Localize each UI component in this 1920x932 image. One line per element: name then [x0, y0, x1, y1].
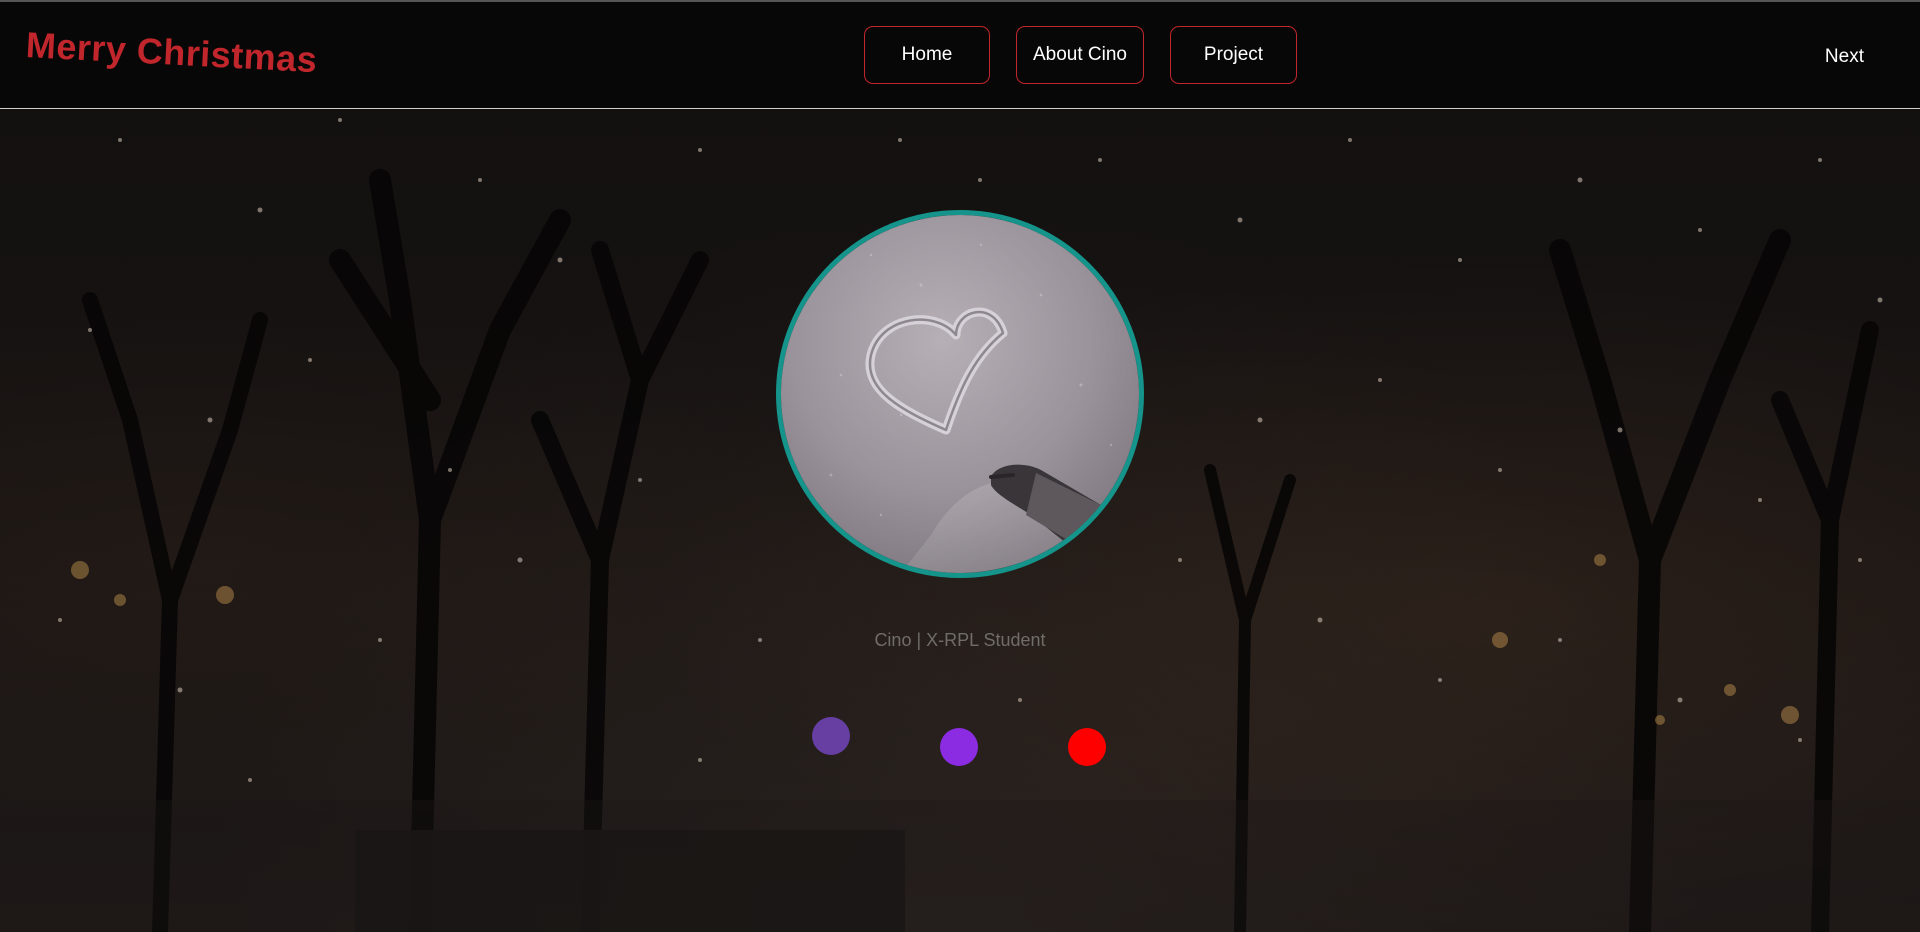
nav-home-button[interactable]: Home [864, 26, 990, 84]
nav-project-button[interactable]: Project [1170, 26, 1297, 84]
navbar: Merry Christmas Home About Cino Project … [0, 2, 1920, 109]
profile-avatar [776, 210, 1144, 578]
nav-about-button[interactable]: About Cino [1016, 26, 1144, 84]
heart-in-snow-image [781, 215, 1139, 573]
site-logo[interactable]: Merry Christmas [25, 24, 318, 81]
color-dot-red[interactable] [1068, 728, 1106, 766]
page: Merry Christmas Home About Cino Project … [0, 0, 1920, 932]
profile-subtitle: Cino | X-RPL Student [874, 630, 1046, 650]
color-dot-violet[interactable] [940, 728, 978, 766]
next-link[interactable]: Next [1825, 46, 1864, 68]
color-dot-purple[interactable] [812, 717, 850, 755]
nav-links: Home About Cino Project [864, 26, 1297, 84]
